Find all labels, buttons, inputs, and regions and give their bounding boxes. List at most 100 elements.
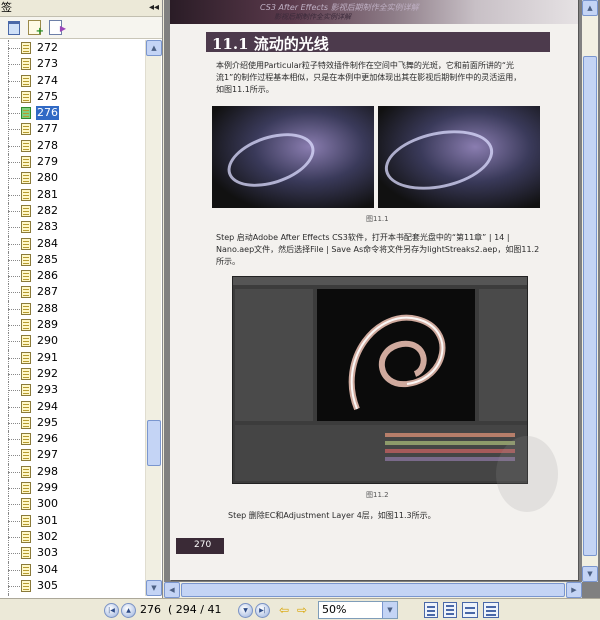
page-list-item[interactable]: 303 [0,545,145,562]
zoom-value: 50% [322,603,347,616]
tree-branch [8,569,20,571]
page-icon [21,351,31,364]
scroll-up-button[interactable]: ▲ [582,0,598,16]
page-list-item[interactable]: 282 [0,202,145,220]
page-list-item[interactable]: 302 [0,528,145,546]
previous-page-button[interactable]: ▲ [121,603,136,618]
page-number-label: 283 [37,220,58,234]
document-view: CS3 After Effects 影视后期制作全实例详解 影视后期制作全实例详… [164,0,600,598]
page-icon [21,107,31,120]
page-list-item[interactable]: 273 [0,56,145,73]
text-line: 流1”的制作过程基本相似，只是在本例中更加体现出其在影视后期制作中的灵活运用， [216,73,522,82]
page-number-label: 295 [37,415,58,429]
page-list-item[interactable]: 286 [0,268,145,285]
page-icon [21,204,31,217]
page-list-item[interactable]: 301 [0,512,145,529]
add-page-icon[interactable] [28,20,44,37]
collapse-panel-icon[interactable]: ◂◂ [149,0,159,16]
page-list-item[interactable]: 299 [0,480,145,497]
facing-view-icon[interactable] [462,602,478,618]
page-list-item[interactable]: 287 [0,284,145,301]
figure-photo-right [378,106,540,208]
goto-page-icon[interactable] [49,20,66,35]
next-page-button[interactable]: ▼ [238,603,253,618]
page-list-item[interactable]: 294 [0,398,145,415]
single-page-view-icon[interactable] [424,602,438,618]
last-page-button[interactable]: ▶| [255,603,270,618]
page-list-item[interactable]: 296 [0,431,145,448]
scroll-left-button[interactable]: ◀ [164,582,180,598]
page-list-item[interactable]: 284 [0,235,145,252]
page-list-item[interactable]: 293 [0,382,145,399]
page-list-item[interactable]: 276 [0,105,145,122]
page-list-item[interactable]: 277 [0,121,145,138]
scroll-down-button[interactable]: ▼ [582,566,598,582]
scroll-thumb[interactable] [583,56,597,556]
page-list-item[interactable]: 278 [0,137,145,155]
page-icon [21,156,31,169]
page-number-label: 303 [37,546,58,560]
page-list-item[interactable]: 295 [0,414,145,432]
chevron-down-icon[interactable]: ▼ [382,602,397,618]
scroll-right-button[interactable]: ▶ [566,582,582,598]
document-vertical-scrollbar[interactable]: ▲ ▼ [582,0,598,582]
page-list-item[interactable]: 292 [0,365,145,383]
page-list-item[interactable]: 281 [0,186,145,203]
page-list-item[interactable]: 290 [0,333,145,350]
page-list-item[interactable]: 288 [0,300,145,318]
page-icon [21,253,31,266]
page-list-item[interactable]: 289 [0,317,145,334]
pages-panel: 签 ◂◂ 272 273 274 275 276277 278 279 280 281 282 28… [0,0,163,598]
tree-branch [8,259,20,261]
tree-branch [8,80,20,82]
page-list-item[interactable]: 298 [0,463,145,481]
page-list-item[interactable]: 279 [0,154,145,171]
page-number-label: 292 [37,366,58,380]
page-number-label: 287 [37,285,58,299]
page-icon [21,465,31,478]
intro-paragraph: 本例介绍使用Particular粒子特效插件制作在空间中飞舞的光斑，它和前面所讲… [216,60,521,96]
page-list-item[interactable]: 275 [0,88,145,106]
page-list-item[interactable]: 280 [0,170,145,187]
page-list-item[interactable]: 291 [0,349,145,366]
first-page-button[interactable]: |◀ [104,603,119,618]
page-number-label: 299 [37,481,58,495]
pdf-reader-window: 签 ◂◂ 272 273 274 275 276277 278 279 280 281 282 28… [0,0,600,620]
continuous-view-icon[interactable] [443,602,457,618]
page-list-item[interactable]: 272 [0,40,145,57]
step2-paragraph: Step 删除EC和Adjustment Layer 4层，如图11.3所示。 [228,511,436,520]
page-list-item[interactable]: 297 [0,447,145,464]
page-list-item[interactable]: 300 [0,496,145,513]
document-horizontal-scrollbar[interactable]: ◀ ▶ [164,582,582,598]
page-list-item[interactable]: 305 [0,577,145,595]
page-list-item[interactable]: 304 [0,561,145,578]
continuous-facing-view-icon[interactable] [483,602,499,618]
tree-branch [8,422,20,424]
page-list-item[interactable]: 285 [0,251,145,269]
zoom-select[interactable]: 50% ▼ [318,601,398,619]
page-number-label: 286 [37,269,58,283]
page-list-item[interactable]: 306 [0,594,145,596]
page-number-text: 270 [194,540,212,550]
page-list-item[interactable]: 283 [0,219,145,236]
scroll-down-button[interactable]: ▼ [146,580,162,596]
scroll-thumb[interactable] [147,420,161,466]
page-number-label: 282 [37,203,58,217]
trash-icon[interactable] [8,20,20,35]
page-icon [21,319,31,332]
scroll-up-button[interactable]: ▲ [146,40,162,56]
page-number-label: 289 [37,318,58,332]
forward-arrow-icon[interactable]: ⇨ [294,603,310,617]
scroll-thumb[interactable] [181,583,565,597]
tree-line [8,594,9,596]
text-line: 所示。 [216,257,240,266]
pages-panel-scrollbar[interactable]: ▲ ▼ [145,40,162,596]
back-arrow-icon[interactable]: ⇦ [276,603,292,617]
tree-branch [8,373,20,375]
navigation-bar: |◀ ▲ ( 294 / 41 ▼ ▶| ⇦ ⇨ 50% ▼ [0,598,600,620]
page-number-label: 291 [37,350,58,364]
tree-branch [8,471,20,473]
page-number-input[interactable] [140,602,166,618]
page-list-item[interactable]: 274 [0,72,145,89]
text-line: 本例介绍使用Particular粒子特效插件制作在空间中飞舞的光斑，它和前面所讲… [216,61,515,70]
